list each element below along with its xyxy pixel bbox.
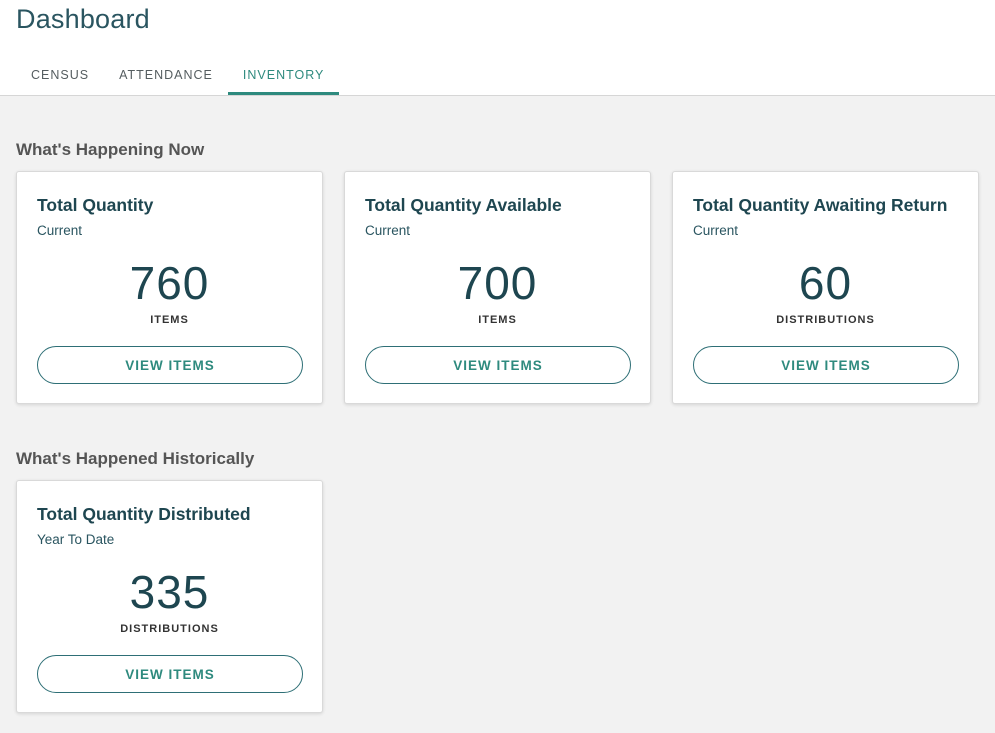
card-subtitle: Current	[365, 223, 411, 238]
page-title: Dashboard	[16, 4, 150, 34]
card-title: Total Quantity Awaiting Return	[693, 195, 948, 215]
card-value: 760	[129, 257, 210, 309]
card-total-quantity: Total Quantity Current 760 ITEMS VIEW IT…	[16, 171, 323, 404]
card-value: 700	[457, 257, 538, 309]
section-heading-historical: What's Happened Historically	[16, 449, 255, 468]
card-unit: ITEMS	[150, 314, 189, 326]
card-value: 335	[129, 566, 210, 618]
card-title: Total Quantity Available	[365, 195, 562, 215]
view-items-button[interactable]: VIEW ITEMS	[37, 346, 303, 384]
card-unit: ITEMS	[478, 314, 517, 326]
card-total-quantity-available: Total Quantity Available Current 700 ITE…	[344, 171, 651, 404]
tab-inventory[interactable]: INVENTORY	[227, 58, 340, 95]
card-total-quantity-distributed: Total Quantity Distributed Year To Date …	[16, 480, 323, 713]
card-unit: DISTRIBUTIONS	[120, 623, 219, 635]
tab-attendance[interactable]: ATTENDANCE	[104, 58, 228, 95]
card-subtitle: Current	[693, 223, 739, 238]
card-value: 60	[798, 257, 853, 309]
view-items-button[interactable]: VIEW ITEMS	[693, 346, 959, 384]
card-total-quantity-awaiting-return: Total Quantity Awaiting Return Current 6…	[672, 171, 979, 404]
dashboard-header: Dashboard CENSUS ATTENDANCE INVENTORY	[0, 0, 995, 96]
tab-bar: CENSUS ATTENDANCE INVENTORY	[16, 58, 340, 95]
view-items-button[interactable]: VIEW ITEMS	[365, 346, 631, 384]
card-subtitle: Current	[37, 223, 83, 238]
card-unit: DISTRIBUTIONS	[776, 314, 875, 326]
card-title: Total Quantity	[37, 195, 154, 215]
section-heading-now: What's Happening Now	[16, 140, 205, 159]
view-items-button[interactable]: VIEW ITEMS	[37, 655, 303, 693]
tab-census[interactable]: CENSUS	[16, 58, 104, 95]
card-title: Total Quantity Distributed	[37, 504, 251, 524]
card-subtitle: Year To Date	[37, 532, 115, 547]
